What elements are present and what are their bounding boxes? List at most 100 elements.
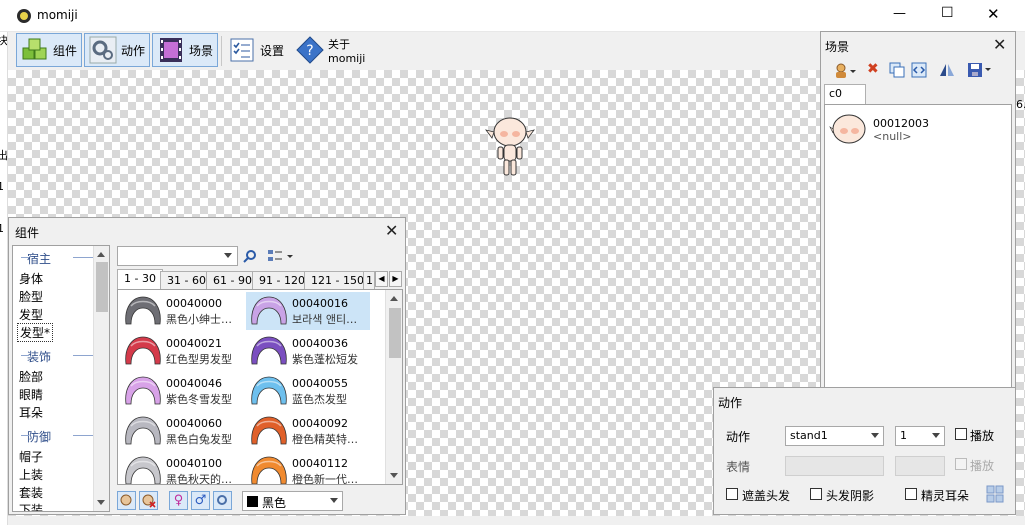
scene-entry[interactable]: 00012003 <null> [827,107,1009,151]
left-edge-char: 块 [0,32,7,48]
hair-item-cell[interactable]: 00040060 黑色白兔发型 [120,412,244,450]
tree-scrollbar[interactable] [93,246,109,511]
tab-91-120[interactable]: 91 - 120 [252,271,312,289]
close-button[interactable]: ✕ [987,5,1000,23]
tab-scroll-right-icon[interactable]: ▶ [389,271,402,287]
components-panel-close-button[interactable]: ✕ [385,223,398,239]
expression-frame-select[interactable] [895,456,945,476]
tree-item-top[interactable]: 上装 [19,466,43,483]
search-icon[interactable] [243,249,257,263]
hair-item-cell[interactable]: 00040046 紫色冬雪发型 [120,372,244,410]
minimize-button[interactable]: — [893,6,906,21]
hair-item-cell[interactable]: 00040000 黑色小绅士… [120,292,244,330]
hair-item-name: 보라색 앤티… [292,313,358,326]
elf-ears-label: 精灵耳朵 [921,489,970,503]
hair-color-select[interactable]: 黑色 [242,491,343,511]
remove-item-icon[interactable] [139,491,158,510]
cover-hair-label: 遮盖头发 [742,489,791,503]
components-panel-title: 组件 [15,226,40,240]
flip-icon[interactable] [939,62,955,78]
svg-text:?: ? [306,43,313,59]
tree-item-overall[interactable]: 套装 [19,484,43,501]
frame-select[interactable]: 1 [895,426,945,446]
hair-thumbnail-icon [248,454,290,484]
tree-item-hair-selected[interactable]: 发型* [17,323,54,342]
view-options-icon[interactable] [267,249,295,264]
left-edge-char: 出 [0,147,7,163]
components-toolbar-button[interactable]: 组件 [16,33,82,67]
tree-item-eyes[interactable]: 眼睛 [19,386,43,403]
components-toolbar-label: 组件 [53,43,78,58]
character-head-icon [829,109,869,149]
hair-item-code: 00040046 [166,377,222,390]
delete-icon[interactable]: ✖ [867,61,879,77]
cubes-icon [21,36,49,64]
hair-item-cell[interactable]: 00040055 蓝色杰发型 [246,372,370,410]
tree-item-bottom[interactable]: 下装 [19,501,43,511]
play-checkbox[interactable] [955,428,967,440]
expression-select[interactable] [785,456,884,476]
elf-ears-checkbox[interactable] [905,488,917,500]
left-edge-char: 1 [0,180,4,193]
tab-scroll-left-icon[interactable]: ◀ [375,271,388,287]
help-diamond-icon: ? [296,36,324,64]
hair-thumbnail-icon [248,294,290,328]
hair-item-name: 黑色秋天的… [166,473,232,485]
tab-121-150[interactable]: 121 - 150 [304,271,371,289]
tree-item-ears[interactable]: 耳朵 [19,404,43,421]
scene-toolbar-button[interactable]: 场景 [152,33,218,67]
search-input[interactable] [117,246,238,266]
add-item-icon[interactable] [117,491,136,510]
copy-icon[interactable] [889,62,905,78]
hair-item-cell[interactable]: 00040100 黑色秋天的… [120,452,244,485]
actions-toolbar-button[interactable]: 动作 [84,33,150,67]
hair-item-name: 紫色冬雪发型 [166,393,232,406]
code-icon[interactable] [911,62,927,78]
grid-toggle-icon[interactable] [986,485,1004,503]
save-icon[interactable] [967,62,993,78]
expression-play-label: 播放 [970,459,995,473]
scene-tab-c0[interactable]: c0 [824,84,866,104]
scene-toolbar-label: 场景 [189,43,214,58]
action-select[interactable]: stand1 [785,426,884,446]
color-swatch [247,496,258,507]
add-character-icon[interactable] [833,62,857,80]
tree-item-hat[interactable]: 帽子 [19,448,43,465]
hair-item-cell[interactable]: 00040016 보라색 앤티… [246,292,370,330]
search-dropdown-arrow-icon[interactable] [224,253,232,258]
tree-item-face[interactable]: 脸型 [19,288,43,305]
maximize-button[interactable]: ☐ [941,5,954,21]
settings-toolbar-button[interactable]: 设置 [224,33,290,67]
male-filter-icon[interactable]: ♂ [191,491,210,510]
tree-item-body[interactable]: 身体 [19,270,43,287]
component-tree: 宿主 身体 脸型 发型 发型* 装饰 脸部 眼睛 耳朵 防御 帽子 上装 套装 … [12,245,110,512]
expression-play-checkbox[interactable] [955,458,967,470]
tab-next-partial[interactable]: 1 [363,271,375,289]
action-panel: 动作 动作 stand1 1 播放 表情 播放 遮盖头发 头发阴影 精灵耳朵 [713,387,1016,515]
item-grid-scrollbar[interactable] [385,290,402,484]
window-title: momiji [37,8,78,22]
hair-shadow-checkbox[interactable] [810,488,822,500]
about-toolbar-button[interactable]: ? 关于momiji [292,33,384,67]
tab-1-30[interactable]: 1 - 30 [117,269,163,289]
cover-hair-checkbox[interactable] [726,488,738,500]
left-edge-strip: 块 出 1 1 [0,32,8,525]
hair-item-code: 00040092 [292,417,348,430]
character-sprite[interactable] [484,114,536,182]
hair-thumbnail-icon [248,334,290,368]
scene-panel-close-button[interactable]: ✕ [993,37,1006,53]
scene-toolbar: ✖ [823,60,1013,82]
hair-item-cell[interactable]: 00040036 紫色蓬松短发 [246,332,370,370]
hair-item-cell[interactable]: 00040092 橙色精英特… [246,412,370,450]
hair-item-cell[interactable]: 00040021 红色型男发型 [120,332,244,370]
female-filter-icon[interactable]: ♀ [169,491,188,510]
components-panel: 组件 ✕ 宿主 身体 脸型 发型 发型* 装饰 脸部 眼睛 耳朵 防御 帽子 上… [8,217,406,515]
tree-item-hair[interactable]: 发型 [19,306,43,323]
hair-thumbnail-icon [122,294,164,328]
unisex-filter-icon[interactable] [213,491,232,510]
tree-item-face-acc[interactable]: 脸部 [19,368,43,385]
hair-item-code: 00040100 [166,457,222,470]
action-select-value: stand1 [790,429,828,442]
hair-item-cell[interactable]: 00040112 橙色新一代… [246,452,370,484]
hair-thumbnail-icon [122,414,164,448]
